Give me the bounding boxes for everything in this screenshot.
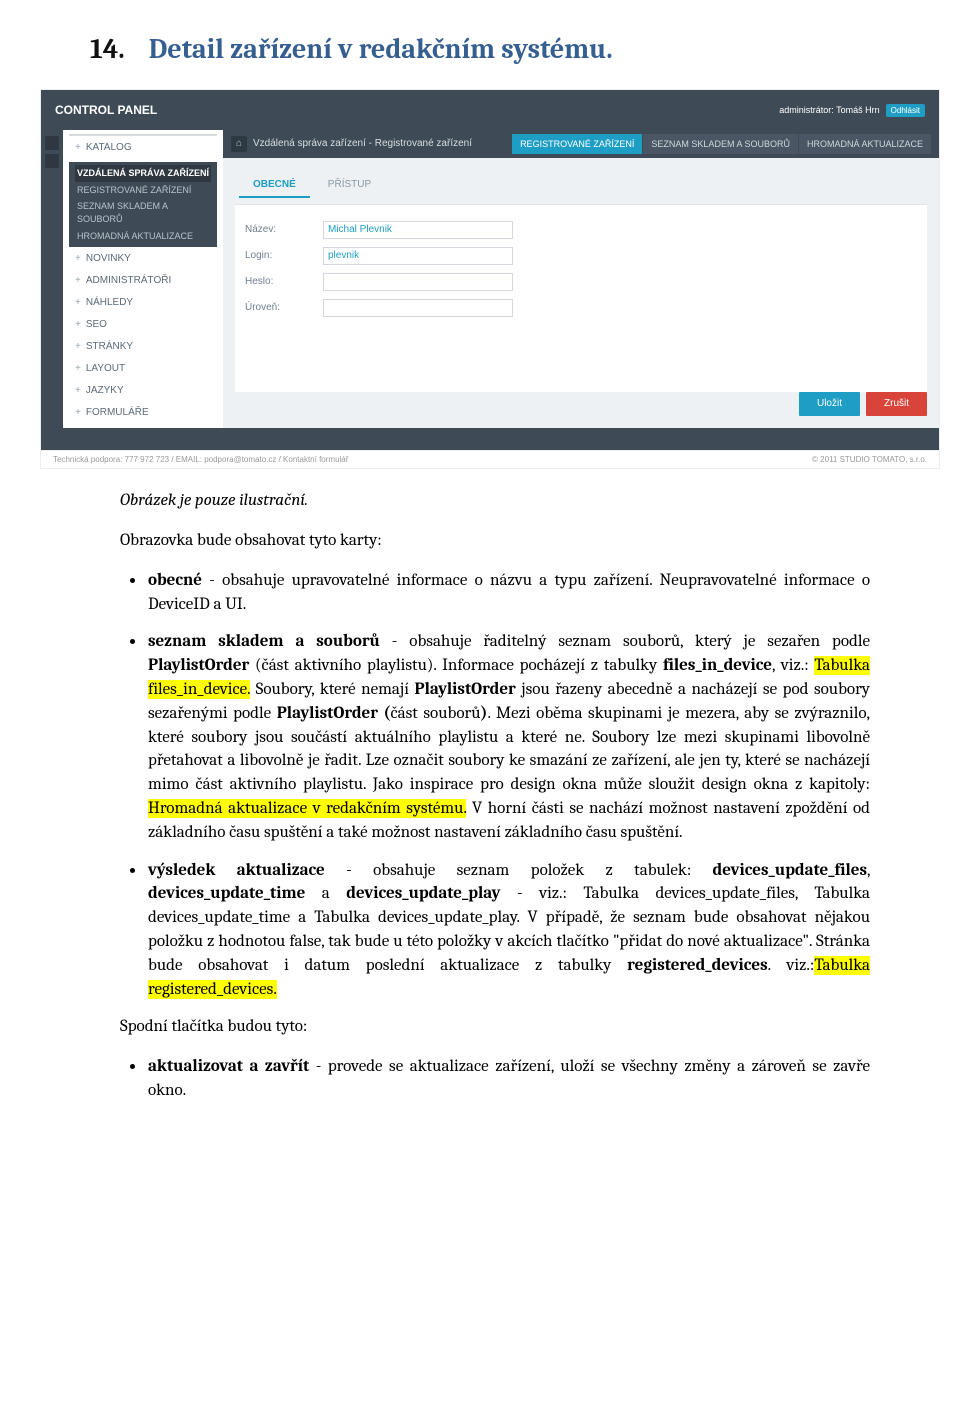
- sidebar: KATALOG VZDÁLENÁ SPRÁVA ZAŘÍZENÍ REGISTR…: [63, 130, 223, 428]
- search-input[interactable]: [69, 134, 217, 136]
- label-login: Login:: [245, 249, 305, 263]
- sidebar-item-5[interactable]: LAYOUT: [69, 359, 217, 379]
- footer-right: © 2011 STUDIO TOMATO, s.r.o.: [812, 454, 927, 465]
- toptab-0[interactable]: REGISTROVANÉ ZAŘÍZENÍ: [512, 134, 642, 155]
- panel-title: CONTROL PANEL: [55, 102, 157, 119]
- sidebar-sub-3[interactable]: HROMADNÁ AKTUALIZACE: [75, 228, 211, 245]
- content-tab-obecne[interactable]: OBECNÉ: [239, 174, 310, 198]
- caption: Obrázek je pouze ilustrační.: [120, 489, 870, 513]
- breadcrumb: Vzdálená správa zařízení - Registrované …: [253, 137, 472, 151]
- sidebar-active-block: VZDÁLENÁ SPRÁVA ZAŘÍZENÍ REGISTROVANÉ ZA…: [69, 162, 217, 247]
- bullet-obecne: obecné - obsahuje upravovatelné informac…: [146, 569, 870, 617]
- footer-bar: [41, 428, 939, 450]
- sidebar-item-1[interactable]: ADMINISTRÁTOŘI: [69, 271, 217, 291]
- input-uroven[interactable]: [323, 299, 513, 317]
- footer-left: Technická podpora: 777 972 723 / EMAIL: …: [53, 454, 348, 465]
- sidebar-sub-0[interactable]: VZDÁLENÁ SPRÁVA ZAŘÍZENÍ: [75, 165, 211, 182]
- heading-text: Detail zařízení v redakčním systému.: [149, 30, 613, 69]
- sidebar-item-6[interactable]: JAZYKY: [69, 381, 217, 401]
- hl-hromadna: Hromadná aktualizace v redakčním systému…: [148, 799, 466, 818]
- input-nazev[interactable]: Michal Plevnik: [323, 221, 513, 239]
- toptab-1[interactable]: SEZNAM SKLADEM A SOUBORŮ: [643, 134, 798, 155]
- logout-chip[interactable]: Odhlásit: [886, 104, 925, 117]
- b-aktzav: aktualizovat a zavřít: [148, 1057, 309, 1076]
- sidebar-sub-2[interactable]: SEZNAM SKLADEM A SOUBORŮ: [75, 198, 211, 227]
- sidebar-sub-1[interactable]: REGISTROVANÉ ZAŘÍZENÍ: [75, 182, 211, 199]
- b-seznam: seznam skladem a souborů: [148, 632, 380, 651]
- b-vysledek: výsledek aktualizace: [148, 861, 325, 880]
- input-login[interactable]: plevnik: [323, 247, 513, 265]
- label-nazev: Název:: [245, 223, 305, 237]
- bullet-aktualizovat: aktualizovat a zavřít - provede se aktua…: [146, 1055, 870, 1103]
- user-label: administrátor: Tomáš Hrn: [779, 104, 879, 117]
- gutter: [41, 130, 63, 428]
- cancel-button[interactable]: Zrušit: [866, 392, 927, 416]
- b-obecne: obecné: [148, 571, 202, 590]
- t-obecne: - obsahuje upravovatelné informace o náz…: [148, 571, 870, 614]
- content-tab-pristup[interactable]: PŘÍSTUP: [314, 174, 385, 198]
- sidebar-item-4[interactable]: STRÁNKY: [69, 337, 217, 357]
- input-heslo[interactable]: [323, 273, 513, 291]
- bullet-vysledek: výsledek aktualizace - obsahuje seznam p…: [146, 859, 870, 1002]
- sidebar-item-0[interactable]: NOVINKY: [69, 249, 217, 269]
- sidebar-item-2[interactable]: NÁHLEDY: [69, 293, 217, 313]
- heading-14: 14. Detail zařízení v redakčním systému.: [90, 30, 870, 69]
- toptab-2[interactable]: HROMADNÁ AKTUALIZACE: [799, 134, 931, 155]
- bottom-buttons-intro: Spodní tlačítka budou tyto:: [120, 1015, 870, 1039]
- sidebar-item-3[interactable]: SEO: [69, 315, 217, 335]
- sidebar-item-katalog[interactable]: KATALOG: [69, 138, 217, 158]
- screenshot-control-panel: CONTROL PANEL administrátor: Tomáš Hrn O…: [40, 89, 940, 469]
- user-area: administrátor: Tomáš Hrn Odhlásit: [779, 104, 925, 117]
- intro-line: Obrazovka bude obsahovat tyto karty:: [120, 529, 870, 553]
- label-uroven: Úroveň:: [245, 301, 305, 315]
- sidebar-item-7[interactable]: FORMULÁŘE: [69, 403, 217, 423]
- home-icon[interactable]: ⌂: [231, 136, 247, 152]
- heading-number: 14.: [90, 30, 125, 69]
- save-button[interactable]: Uložit: [799, 392, 860, 416]
- label-heslo: Heslo:: [245, 275, 305, 289]
- bullet-seznam: seznam skladem a souborů - obsahuje řadi…: [146, 630, 870, 844]
